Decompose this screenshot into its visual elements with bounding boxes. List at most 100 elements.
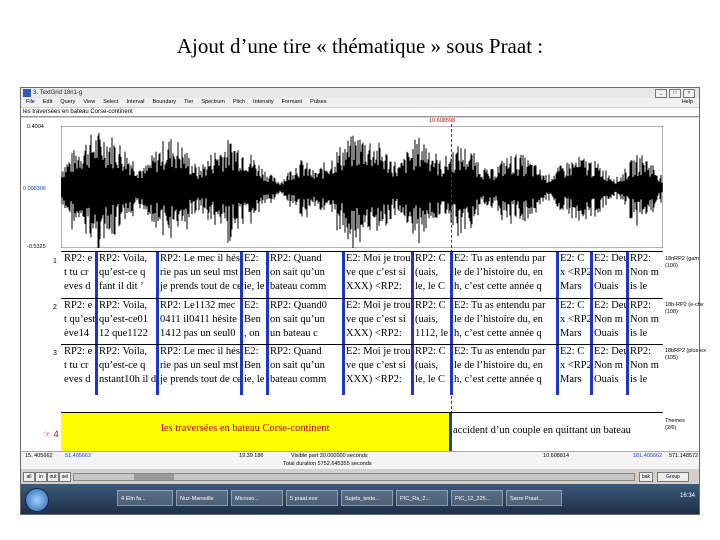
tier-3-interval[interactable]: RP2: Le mec il hés rie pas un seul mst j… — [159, 345, 240, 395]
taskbar-item[interactable]: Sujets_texte... — [341, 490, 393, 506]
close-button[interactable]: × — [683, 89, 695, 98]
interval-boundary[interactable] — [590, 345, 593, 395]
taskbar-item[interactable]: 4 Elin fa... — [117, 490, 173, 506]
menu-help[interactable]: Help — [682, 98, 693, 107]
back-button[interactable]: bak — [639, 472, 653, 482]
taskbar-item[interactable]: Sarre Praat... — [506, 490, 562, 506]
tier-3-interval[interactable]: E2: Deu Non m Ouais — [593, 345, 626, 395]
menu-tier[interactable]: Tier — [184, 98, 193, 107]
tier-3-interval[interactable]: E2: Ben ie, le — [243, 345, 266, 395]
tier-3-interval[interactable]: RP2: Quand on sait qu’un bateau comm — [269, 345, 342, 395]
theme-boundary[interactable] — [449, 413, 452, 452]
interval-text-field[interactable]: les traversées en bateau Corse-continent — [21, 108, 699, 117]
interval-boundary[interactable] — [240, 299, 243, 345]
menu-intensity[interactable]: Intensity — [253, 98, 273, 107]
tier-1-interval[interactable]: RP2: Quand on sait qu’un bateau comm — [269, 252, 342, 299]
interval-boundary[interactable] — [590, 252, 593, 299]
interval-boundary[interactable] — [556, 345, 559, 395]
waveform[interactable] — [61, 126, 663, 248]
interval-boundary[interactable] — [411, 299, 414, 345]
menu-pulses[interactable]: Pulses — [310, 98, 327, 107]
interval-boundary[interactable] — [95, 345, 98, 395]
interval-boundary[interactable] — [156, 252, 159, 299]
interval-boundary[interactable] — [342, 252, 345, 299]
interval-boundary[interactable] — [156, 299, 159, 345]
scrollbar-thumb[interactable] — [134, 474, 174, 480]
tier-2-interval[interactable]: E2: C x <RP2 Mars — [559, 299, 590, 345]
tier-1-interval[interactable]: E2: Moi je trou ve que c’est si XXX) <RP… — [345, 252, 411, 299]
interval-boundary[interactable] — [240, 345, 243, 395]
theme-interval-2-text[interactable]: accident d’un couple en quittant un bate… — [453, 425, 631, 436]
interval-boundary[interactable] — [95, 252, 98, 299]
sound-textgrid-view[interactable]: 10.608598 0.4004 0.008306 -0.5325 1 18nR… — [21, 118, 706, 453]
maximize-button[interactable]: □ — [669, 89, 681, 98]
taskbar-item-praat[interactable]: 5 praat.exe — [286, 490, 338, 506]
tier-1-interval[interactable]: RP2: e t tu cr eves d — [63, 252, 95, 299]
menu-edit[interactable]: Edit — [43, 98, 52, 107]
menu-spectrum[interactable]: Spectrum — [201, 98, 225, 107]
tier-2-interval[interactable]: RP2: e t qu’est ève14 — [63, 299, 95, 345]
tier-1-interval[interactable]: E2: C x <RP2 Mars — [559, 252, 590, 299]
tier-3-interval[interactable]: E2: Tu as entendu par le de l’histoire d… — [453, 345, 556, 395]
minimize-button[interactable]: _ — [655, 89, 667, 98]
interval-boundary[interactable] — [411, 345, 414, 395]
tier-3-interval[interactable]: RP2: Non m is le — [629, 345, 662, 395]
menu-view[interactable]: View — [83, 98, 95, 107]
interval-boundary[interactable] — [590, 299, 593, 345]
tier-1[interactable]: RP2: e t tu cr eves d RP2: Voila, qu’est-… — [61, 251, 663, 299]
interval-boundary[interactable] — [626, 345, 629, 395]
menu-interval[interactable]: Interval — [126, 98, 144, 107]
taskbar-item[interactable]: PIC_12_225... — [451, 490, 503, 506]
menu-pitch[interactable]: Pitch — [233, 98, 245, 107]
tier-1-interval[interactable]: E2: Ben ie, le — [243, 252, 266, 299]
tier-1-interval[interactable]: RP2: Le mec il hés rie pas un seul mst j… — [159, 252, 240, 299]
tier-1-interval[interactable]: E2: Deu Non m Ouais — [593, 252, 626, 299]
menu-formant[interactable]: Formant — [282, 98, 302, 107]
taskbar-item[interactable]: Nuz-Marseille — [176, 490, 228, 506]
tier-3-interval[interactable]: RP2: C (uais, le, le C — [414, 345, 450, 395]
tier-2-interval[interactable]: E2: Tu as entendu par le de l’histoire d… — [453, 299, 556, 345]
zoom-sel-button[interactable]: sel — [59, 472, 71, 482]
tier-3-interval[interactable]: E2: Moi je trou ve que c’est si XXX) <RP… — [345, 345, 411, 395]
interval-boundary[interactable] — [240, 252, 243, 299]
zoom-out-button[interactable]: out — [47, 472, 59, 482]
zoom-in-button[interactable]: in — [35, 472, 47, 482]
interval-boundary[interactable] — [266, 252, 269, 299]
tier-3-interval[interactable]: E2: C x <RP2 Mars — [559, 345, 590, 395]
taskbar-item[interactable]: Microso... — [231, 490, 283, 506]
menu-select[interactable]: Select — [103, 98, 118, 107]
tier-2-interval[interactable]: E2: Moi je trou ve que c’est si XXX) <RP… — [345, 299, 411, 345]
interval-boundary[interactable] — [626, 252, 629, 299]
tier-2-interval[interactable]: RP2: C (uais, 1112, le — [414, 299, 450, 345]
interval-boundary[interactable] — [450, 345, 453, 395]
interval-boundary[interactable] — [450, 252, 453, 299]
interval-boundary[interactable] — [411, 252, 414, 299]
interval-boundary[interactable] — [342, 299, 345, 345]
time-bar-total[interactable]: Total duration 5752.645355 seconds — [21, 460, 699, 469]
taskbar-item[interactable]: PIC_Ra_2... — [396, 490, 448, 506]
tier-2-interval[interactable]: E2: Ben , on — [243, 299, 266, 345]
interval-boundary[interactable] — [95, 299, 98, 345]
start-button[interactable] — [25, 488, 49, 512]
tier-1-interval[interactable]: RP2: C (uais, le, le C — [414, 252, 450, 299]
theme-interval-selected[interactable]: les traversées en bateau Corse-continent — [61, 413, 449, 452]
menu-file[interactable]: File — [26, 98, 35, 107]
group-checkbox[interactable]: Group — [657, 472, 689, 482]
tier-4-themes[interactable]: les traversées en bateau Corse-continent… — [61, 412, 663, 453]
tier-3[interactable]: RP2: e t tu cr eves d RP2: Voila, qu’est-… — [61, 344, 663, 395]
tier-1-interval[interactable]: RP2: Non m is le — [629, 252, 662, 299]
interval-boundary[interactable] — [556, 252, 559, 299]
tier-3-interval[interactable]: RP2: e t tu cr eves d — [63, 345, 95, 395]
interval-boundary[interactable] — [156, 345, 159, 395]
tier-3-interval[interactable]: RP2: Voila, qu’est-ce q nstant10h il dt … — [98, 345, 156, 395]
tier-2-interval[interactable]: RP2: Non m is le — [629, 299, 662, 345]
zoom-all-button[interactable]: all — [23, 472, 35, 482]
tier-2-interval[interactable]: RP2: Le1132 mec 0411 il0411 hésite 1412 … — [159, 299, 240, 345]
interval-boundary[interactable] — [556, 299, 559, 345]
interval-boundary[interactable] — [342, 345, 345, 395]
interval-boundary[interactable] — [450, 299, 453, 345]
menu-query[interactable]: Query — [60, 98, 75, 107]
tier-2-interval[interactable]: RP2: Quand0 on sait qu’un un bateau c — [269, 299, 342, 345]
tier-2[interactable]: RP2: e t qu’est ève14 RP2: Voila, qu’est-… — [61, 298, 663, 345]
menu-boundary[interactable]: Boundary — [153, 98, 177, 107]
